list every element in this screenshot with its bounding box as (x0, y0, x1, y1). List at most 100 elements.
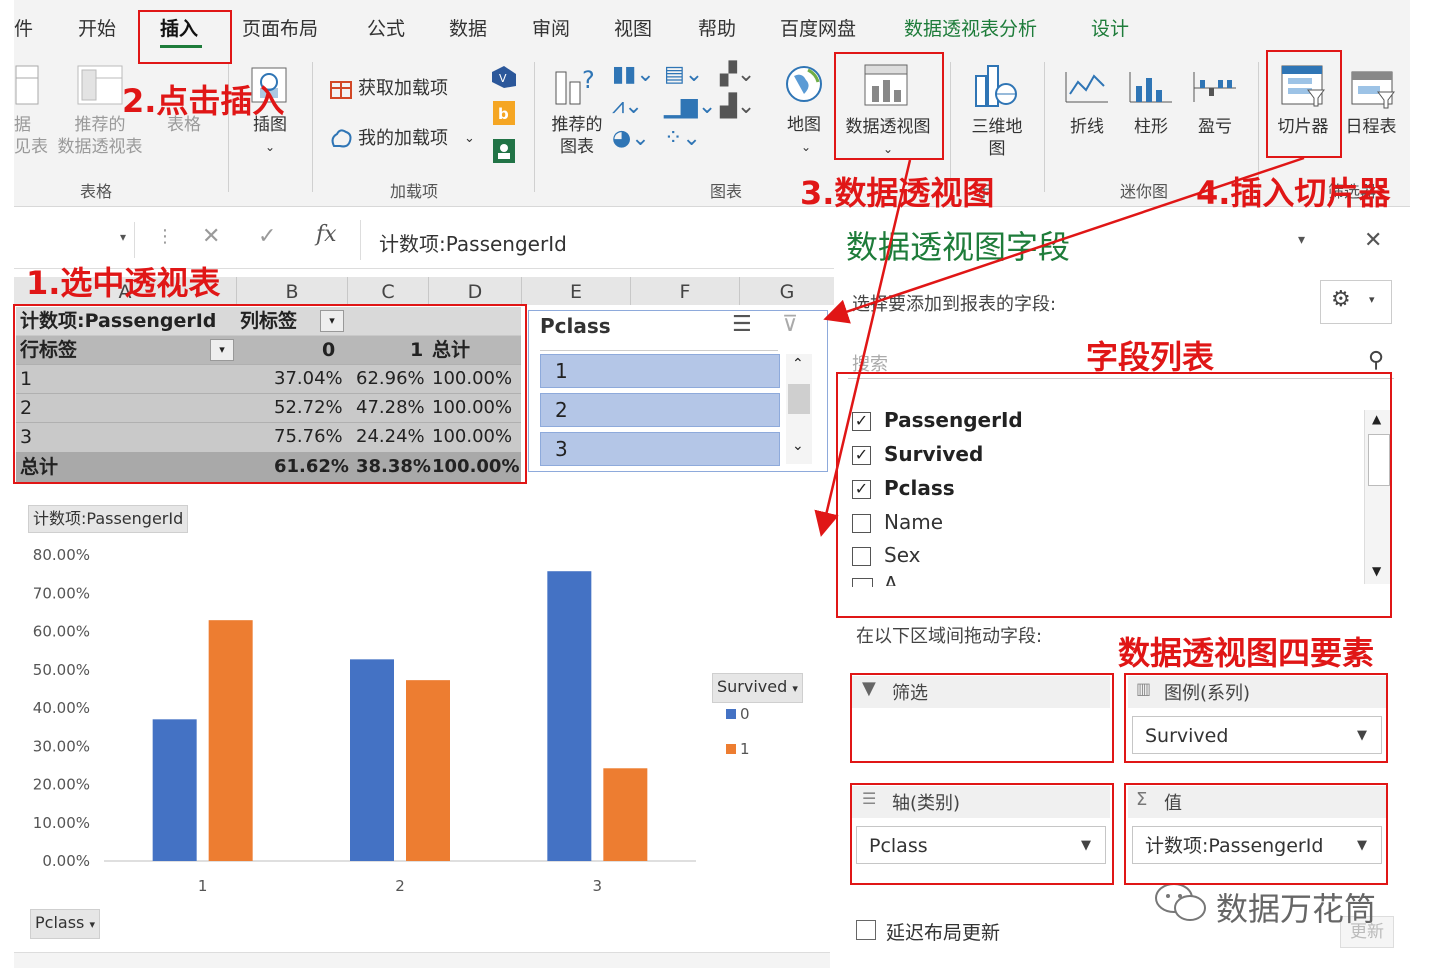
y-tick-label: 70.00% (33, 584, 90, 602)
name-box[interactable]: ▾ (14, 222, 135, 258)
tab-pivotchart-analyze[interactable]: 数据透视表分析 (904, 14, 1037, 41)
column-header-E[interactable]: E (522, 277, 631, 305)
column-header-F[interactable]: F (631, 277, 740, 305)
statistic-chart-icon[interactable]: ▁▆⌄ (664, 94, 716, 119)
bing-maps-icon[interactable]: b (492, 100, 516, 126)
waterfall-chart-icon[interactable]: ▞⌄ (720, 62, 755, 87)
x-tick-label: 2 (395, 877, 405, 895)
maps-icon (786, 66, 822, 102)
y-tick-label: 40.00% (33, 699, 90, 717)
y-tick-label: 0.00% (42, 852, 90, 870)
y-tick-label: 60.00% (33, 623, 90, 641)
my-addins-icon (331, 129, 352, 148)
y-tick-label: 20.00% (33, 776, 90, 794)
group-separator (534, 62, 535, 192)
insert-function-icon[interactable]: fx (316, 222, 337, 247)
tab-baidu-netdisk[interactable]: 百度网盘 (780, 14, 856, 41)
tab-design[interactable]: 设计 (1091, 14, 1129, 41)
scroll-thumb[interactable] (788, 384, 810, 414)
annotation-step2: 2.点击插入 (122, 82, 285, 120)
timeline-button-label[interactable]: 日程表 (1340, 116, 1402, 138)
recommended-charts-icon: ? (555, 66, 595, 105)
gear-icon: ⚙ (1331, 287, 1351, 312)
annotation-box-axis (850, 783, 1114, 885)
column-header-B[interactable]: B (237, 277, 348, 305)
slicer-scrollbar[interactable]: ⌃ ⌄ (786, 354, 812, 464)
sparkline-column-label[interactable]: 柱形 (1130, 116, 1172, 138)
slicer-item[interactable]: 3 (540, 432, 780, 466)
bar-series-1-cat-1 (208, 620, 253, 861)
sparkline-winloss-label[interactable]: 盈亏 (1194, 116, 1236, 138)
visio-icon[interactable]: V (490, 64, 518, 90)
y-tick-label: 10.00% (33, 814, 90, 832)
legend-dropdown-icon: ▾ (792, 682, 798, 695)
scroll-up-icon[interactable]: ⌃ (792, 356, 804, 372)
slicer-item[interactable]: 2 (540, 393, 780, 427)
pivot-table-icon (15, 65, 39, 105)
name-box-dropdown-icon[interactable]: ▾ (120, 230, 126, 244)
recommended-charts-label[interactable]: 推荐的 图表 (542, 114, 612, 158)
annotation-box-pivot-table (13, 304, 527, 484)
axis-field-button[interactable]: Pclass ▾ (30, 909, 100, 939)
line-chart-icon[interactable]: ⩘⌄ (612, 94, 643, 119)
tab-view[interactable]: 视图 (614, 14, 652, 41)
3d-map-button-label[interactable]: 三维地 图 (962, 116, 1032, 160)
timeline-icon (1351, 71, 1395, 109)
combo-chart-icon[interactable]: ▟⌄ (720, 94, 755, 119)
tab-help[interactable]: 帮助 (698, 14, 736, 41)
column-header-G[interactable]: G (740, 277, 835, 305)
annotation-box-pivotchart (834, 52, 944, 160)
pane-close-icon[interactable]: ✕ (1364, 228, 1382, 253)
axis-dropdown-icon: ▾ (89, 918, 95, 931)
sparkline-line-icon (1065, 72, 1108, 103)
scatter-chart-icon[interactable]: ⁘⌄ (664, 126, 701, 151)
column-header-D[interactable]: D (429, 277, 522, 305)
sheet-tabs-bar[interactable] (14, 952, 830, 968)
search-icon[interactable]: ⚲ (1368, 348, 1384, 373)
tab-page-layout[interactable]: 页面布局 (242, 14, 318, 41)
group-separator (1044, 62, 1045, 192)
defer-update-checkbox[interactable] (856, 920, 876, 940)
tab-data[interactable]: 数据 (449, 14, 487, 41)
column-header-C[interactable]: C (348, 277, 429, 305)
enter-icon[interactable]: ✓ (258, 224, 276, 249)
slicer-clear-filter-icon[interactable]: ⊽ (782, 312, 798, 337)
sparkline-line-label[interactable]: 折线 (1066, 116, 1108, 138)
my-addins-dropdown-icon[interactable]: ⌄ (464, 128, 475, 150)
hierarchy-chart-icon[interactable]: ▤⌄ (664, 62, 703, 87)
cancel-icon[interactable]: ✕ (202, 224, 220, 249)
pane-settings-button[interactable]: ⚙ ▾ (1320, 280, 1392, 324)
pane-options-dropdown-icon[interactable]: ▾ (1298, 232, 1305, 248)
bar-series-0-cat-1 (152, 719, 197, 861)
annotation-four-elements: 数据透视图四要素 (1118, 634, 1375, 672)
tab-review[interactable]: 审阅 (532, 14, 570, 41)
get-addins-label[interactable]: 获取加载项 (358, 78, 448, 100)
formula-input[interactable]: 计数项:PassengerId (360, 220, 835, 260)
people-graph-icon[interactable] (492, 138, 516, 164)
pivot-table-button-label[interactable]: 据 见表 (14, 114, 48, 158)
x-tick-label: 3 (593, 877, 603, 895)
slicer-item-label: 3 (555, 437, 568, 461)
maps-button-label[interactable]: 地图 (782, 114, 826, 136)
annotation-box-field-list (836, 372, 1392, 618)
slicer-item[interactable]: 1 (540, 354, 780, 388)
bar-series-0-cat-3 (547, 571, 592, 861)
slicer-title: Pclass (540, 314, 611, 338)
legend-swatch-1 (726, 744, 736, 754)
legend-field-label: Survived (717, 677, 788, 696)
tab-formulas[interactable]: 公式 (367, 14, 405, 41)
slicer-multiselect-icon[interactable]: ☰ (732, 312, 752, 337)
tab-home[interactable]: 开始 (78, 14, 116, 41)
pie-chart-icon[interactable]: ◕⌄ (612, 126, 650, 151)
maps-dropdown-icon[interactable]: ⌄ (798, 136, 814, 158)
illustrations-dropdown-icon[interactable]: ⌄ (262, 136, 278, 158)
annotation-step3: 3.数据透视图 (800, 174, 995, 212)
formula-bar-grip-icon: ⋮ (156, 226, 174, 247)
tab-file[interactable]: 件 (14, 14, 33, 41)
axis-field-label: Pclass (35, 913, 85, 932)
column-chart-icon[interactable]: ▮▮⌄ (612, 62, 655, 87)
scroll-down-icon[interactable]: ⌄ (792, 438, 804, 454)
legend-field-button[interactable]: Survived ▾ (712, 673, 803, 703)
pivot-chart[interactable]: 计数项:PassengerId 0.00% 10.00% 20.00% 30.00% 4… (16, 495, 831, 950)
my-addins-label[interactable]: 我的加载项 (358, 128, 448, 150)
